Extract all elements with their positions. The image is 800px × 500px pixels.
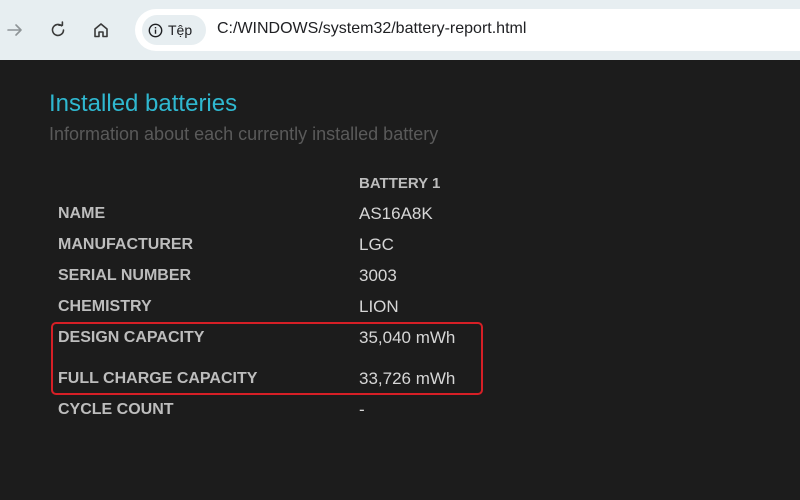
row-value-manufacturer: LGC	[359, 235, 394, 254]
row-value-full-charge-capacity: 33,726 mWh	[359, 369, 456, 388]
row-label-cycle-count: CYCLE COUNT	[58, 401, 174, 418]
site-info-chip[interactable]: Tệp	[142, 15, 206, 45]
home-button[interactable]	[86, 15, 116, 45]
info-icon	[148, 23, 163, 37]
home-icon	[94, 23, 108, 38]
row-value-cycle-count: -	[359, 400, 365, 419]
report-page: Installed batteries Information about ea…	[0, 60, 800, 500]
page-title: Installed batteries	[49, 90, 238, 117]
url-text[interactable]: C:/WINDOWS/system32/battery-report.html	[217, 20, 526, 38]
row-label-serial-number: SERIAL NUMBER	[58, 267, 192, 284]
site-chip-label: Tệp	[168, 22, 193, 38]
arrow-right-icon	[7, 24, 22, 36]
row-label-chemistry: CHEMISTRY	[58, 298, 152, 315]
reload-button[interactable]	[43, 15, 73, 45]
address-bar[interactable]: Tệp C:/WINDOWS/system32/battery-report.h…	[135, 9, 800, 51]
column-header-battery: BATTERY 1	[359, 175, 441, 192]
row-value-design-capacity: 35,040 mWh	[359, 328, 456, 347]
reload-icon	[51, 21, 65, 37]
row-label-full-charge-capacity: FULL CHARGE CAPACITY	[58, 370, 258, 387]
row-value-name: AS16A8K	[359, 204, 433, 223]
row-label-design-capacity: DESIGN CAPACITY	[58, 329, 205, 346]
page-subtitle: Information about each currently install…	[49, 124, 439, 144]
row-value-chemistry: LION	[359, 297, 399, 316]
row-value-serial-number: 3003	[359, 266, 397, 285]
browser-toolbar: Tệp C:/WINDOWS/system32/battery-report.h…	[0, 0, 800, 60]
row-label-name: NAME	[58, 205, 106, 222]
row-label-manufacturer: MANUFACTURER	[58, 236, 194, 253]
forward-button[interactable]	[0, 15, 30, 45]
